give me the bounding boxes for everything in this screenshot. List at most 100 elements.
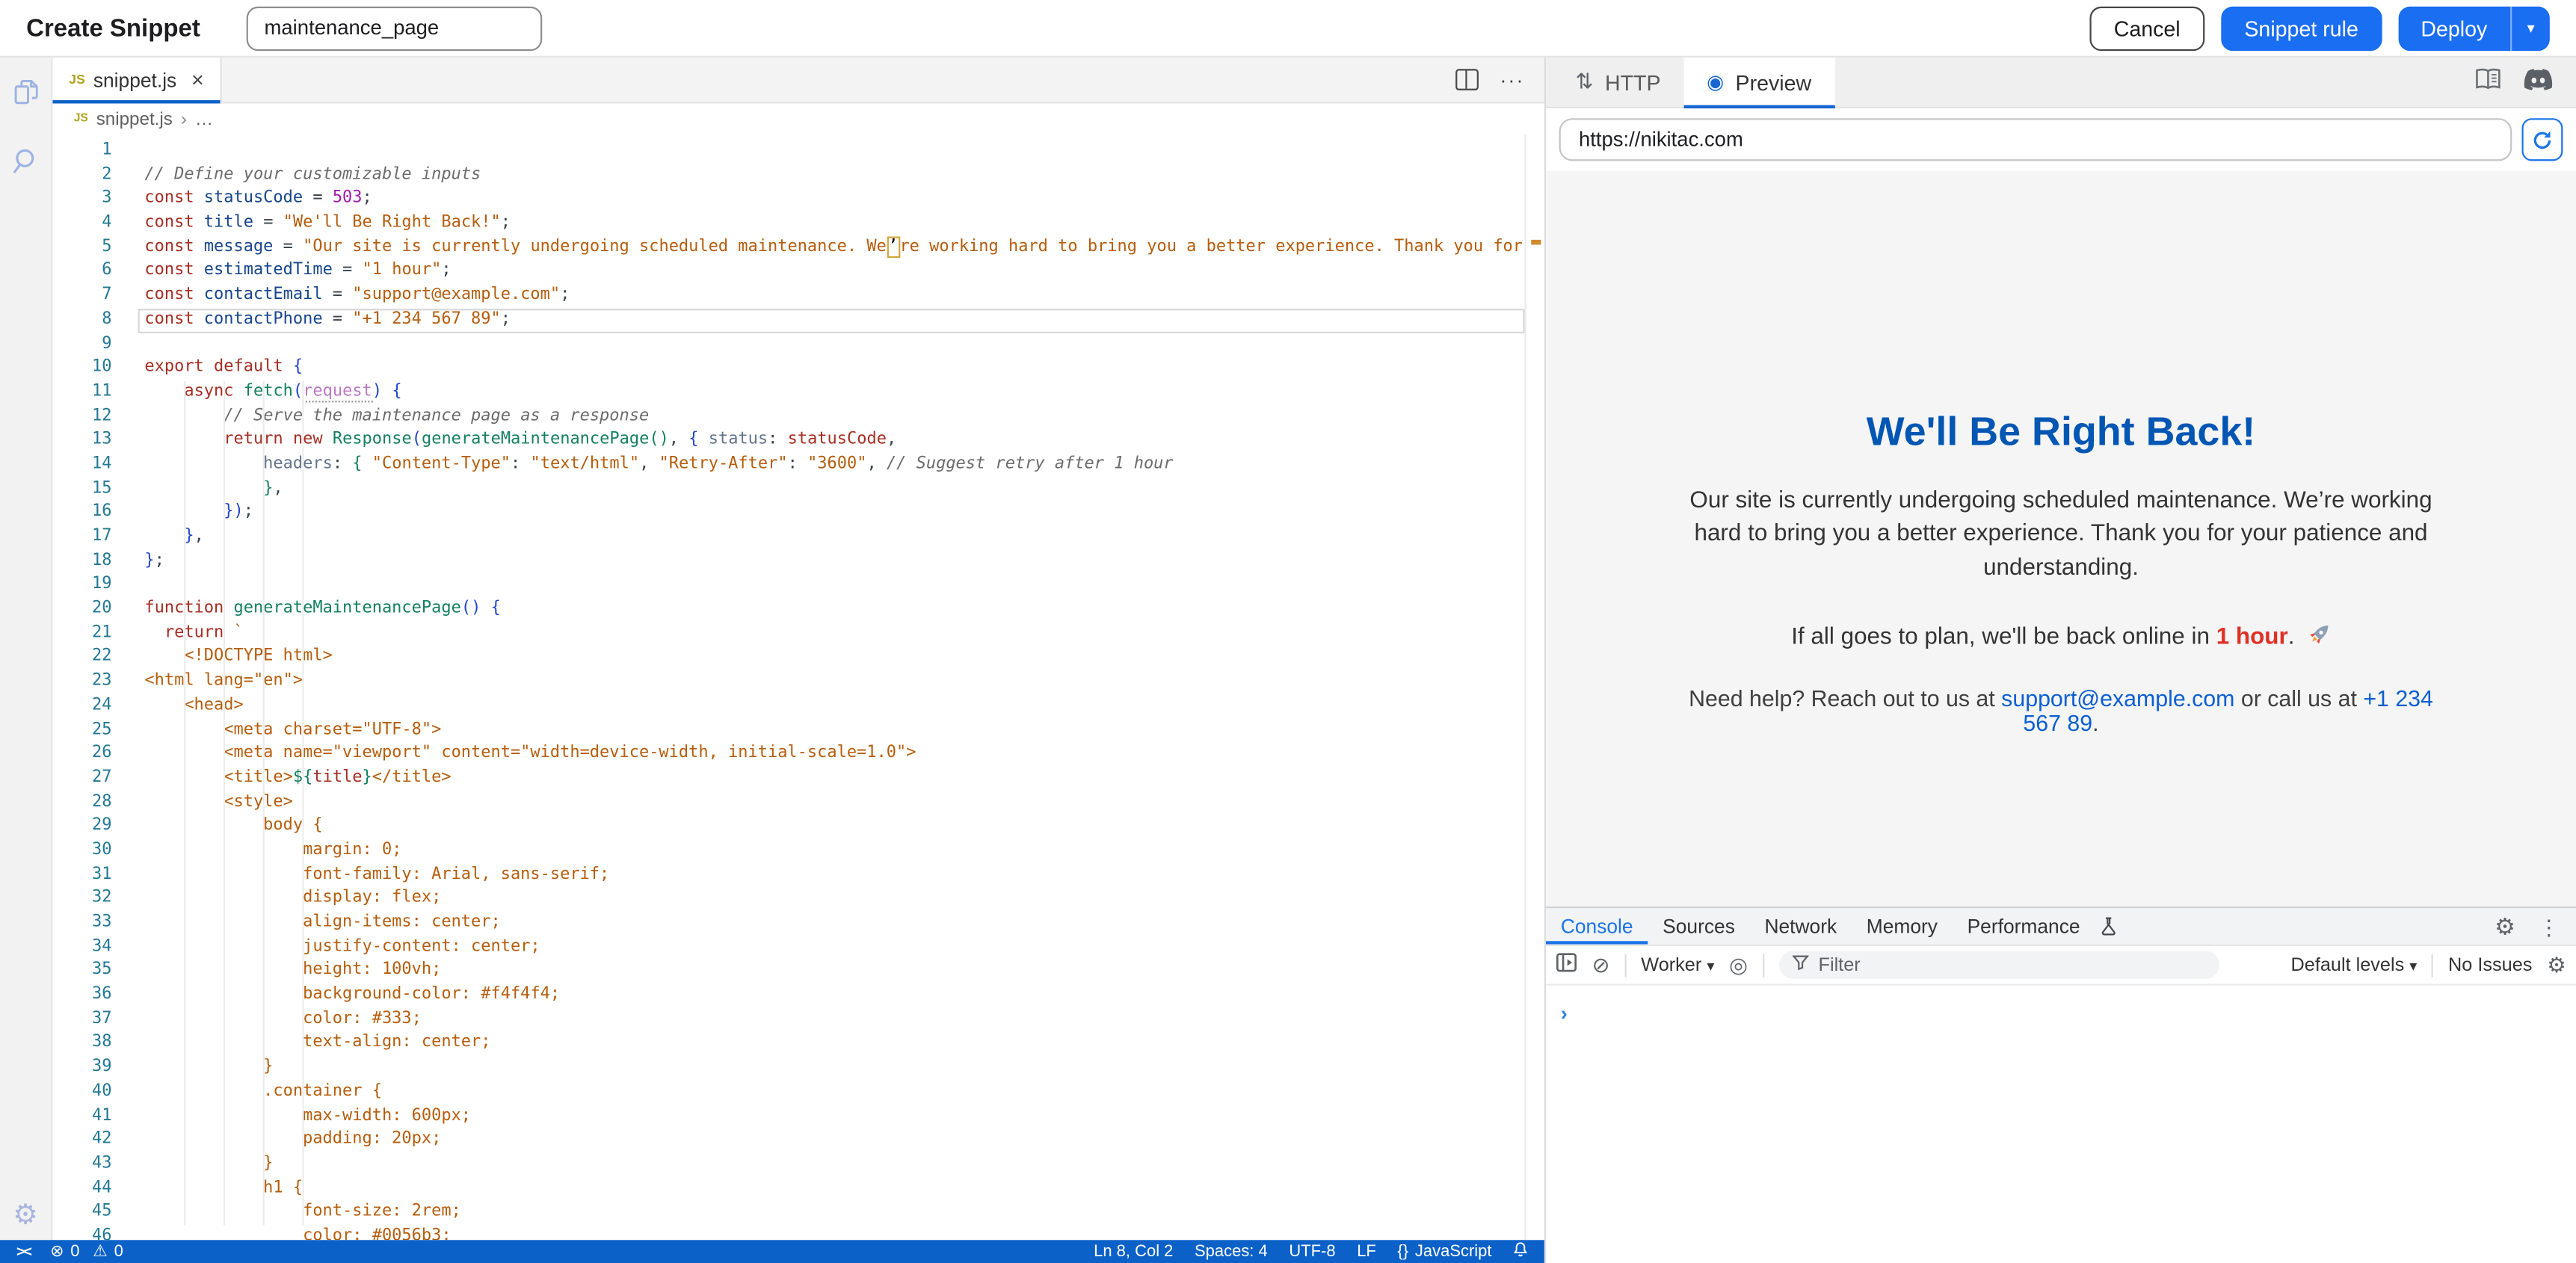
notifications-bell-icon[interactable] <box>1513 1240 1528 1263</box>
log-levels-dropdown[interactable]: Default levels ▾ <box>2291 955 2418 975</box>
code-line-35[interactable]: 35 height: 100vh; <box>52 960 1544 983</box>
code-line-38[interactable]: 38 text-align: center; <box>52 1032 1544 1056</box>
tab-snippet-js[interactable]: JS snippet.js × <box>52 58 222 102</box>
devtools-settings-gear-icon[interactable]: ⚙ <box>2495 915 2515 938</box>
more-actions-icon[interactable]: ··· <box>1500 68 1525 91</box>
statusbar-item[interactable]: Spaces: 4 <box>1195 1243 1268 1261</box>
code-line-15[interactable]: 15 }, <box>52 478 1544 501</box>
code-line-26[interactable]: 26 <meta name="viewport" content="width=… <box>52 743 1544 767</box>
files-icon[interactable] <box>9 75 42 117</box>
tab-http[interactable]: ⇅ HTTP <box>1553 58 1684 107</box>
console-settings-gear-icon[interactable]: ⚙ <box>2547 954 2566 976</box>
code-line-30[interactable]: 30 margin: 0; <box>52 839 1544 863</box>
code-line-42[interactable]: 42 padding: 20px; <box>52 1128 1544 1152</box>
code-line-5[interactable]: 5const message = "Our site is currently … <box>52 236 1544 260</box>
code-line-8[interactable]: 8const contactPhone = "+1 234 567 89"; <box>52 309 1544 333</box>
devtools-tab-performance[interactable]: Performance <box>1953 908 2095 944</box>
remote-indicator-icon[interactable]: >< <box>16 1244 31 1260</box>
console-filter-input[interactable]: Filter <box>1779 951 2219 978</box>
console-output[interactable]: › <box>1546 986 2576 1028</box>
code-line-34[interactable]: 34 justify-content: center; <box>52 936 1544 960</box>
devtools-menu-kebab-icon[interactable]: ⋮ <box>2538 915 2560 937</box>
tab-preview[interactable]: ◉ Preview <box>1683 58 1834 107</box>
context-selector[interactable]: Worker ▾ <box>1641 955 1714 975</box>
code-line-31[interactable]: 31 font-family: Arial, sans-serif; <box>52 863 1544 887</box>
statusbar-item[interactable]: UTF-8 <box>1289 1243 1335 1261</box>
language-indicator[interactable]: {} JavaScript <box>1397 1243 1491 1261</box>
line-number: 38 <box>52 1032 111 1056</box>
breadcrumb[interactable]: JS snippet.js › … <box>52 103 1544 135</box>
code-line-44[interactable]: 44 h1 { <box>52 1177 1544 1201</box>
code-line-43[interactable]: 43 } <box>52 1153 1544 1177</box>
code-line-9[interactable]: 9 <box>52 333 1544 356</box>
code-line-39[interactable]: 39 } <box>52 1056 1544 1080</box>
code-line-13[interactable]: 13 return new Response(generateMaintenan… <box>52 429 1544 453</box>
clear-console-icon[interactable]: ⊘ <box>1592 954 1610 976</box>
deploy-button[interactable]: Deploy <box>2398 6 2510 50</box>
code-line-25[interactable]: 25 <meta charset="UTF-8"> <box>52 718 1544 742</box>
cancel-button[interactable]: Cancel <box>2089 6 2205 50</box>
statusbar-item[interactable]: LF <box>1357 1243 1376 1261</box>
console-prompt[interactable]: › <box>1561 1002 1568 1025</box>
snippet-rule-button[interactable]: Snippet rule <box>2222 6 2382 50</box>
statusbar-item[interactable]: Ln 8, Col 2 <box>1094 1243 1173 1261</box>
deploy-split-button[interactable]: Deploy ▾ <box>2398 6 2550 50</box>
problems-summary[interactable]: ⊗ 0 ⚠ 0 <box>50 1243 123 1261</box>
code-line-2[interactable]: 2// Define your customizable inputs <box>52 164 1544 188</box>
code-line-33[interactable]: 33 align-items: center; <box>52 912 1544 936</box>
devtools-tab-memory[interactable]: Memory <box>1852 908 1953 944</box>
snippet-name-input[interactable] <box>246 6 542 50</box>
code-line-45[interactable]: 45 font-size: 2rem; <box>52 1201 1544 1225</box>
overview-ruler[interactable] <box>1524 135 1544 1240</box>
support-email-link[interactable]: support@example.com <box>2001 687 2234 711</box>
code-line-40[interactable]: 40 .container { <box>52 1081 1544 1105</box>
performance-flask-icon[interactable] <box>2095 908 2122 944</box>
code-area[interactable]: 12// Define your customizable inputs3con… <box>52 135 1544 1240</box>
console-sidebar-toggle-icon[interactable] <box>1556 950 1577 980</box>
breadcrumb-symbol[interactable]: … <box>195 109 213 129</box>
code-line-29[interactable]: 29 body { <box>52 815 1544 839</box>
code-line-32[interactable]: 32 display: flex; <box>52 887 1544 911</box>
code-line-19[interactable]: 19 <box>52 574 1544 598</box>
code-line-46[interactable]: 46 color: #0056b3; <box>52 1225 1544 1240</box>
docs-book-icon[interactable] <box>2474 67 2502 98</box>
code-line-21[interactable]: 21 return ` <box>52 622 1544 646</box>
line-text: font-family: Arial, sans-serif; <box>138 863 1525 887</box>
code-line-36[interactable]: 36 background-color: #f4f4f4; <box>52 984 1544 1008</box>
code-line-10[interactable]: 10export default { <box>52 356 1544 380</box>
refresh-button[interactable] <box>2521 118 2563 161</box>
url-input[interactable] <box>1559 118 2512 161</box>
code-line-37[interactable]: 37 color: #333; <box>52 1008 1544 1032</box>
devtools-tab-network[interactable]: Network <box>1750 908 1852 944</box>
code-line-23[interactable]: 23<html lang="en"> <box>52 670 1544 694</box>
code-line-28[interactable]: 28 <style> <box>52 791 1544 815</box>
discord-icon[interactable] <box>2524 67 2554 98</box>
split-editor-icon[interactable] <box>1455 69 1479 90</box>
search-icon[interactable] <box>9 144 42 185</box>
line-number: 9 <box>52 333 111 356</box>
code-line-41[interactable]: 41 max-width: 600px; <box>52 1105 1544 1128</box>
create-live-expression-icon[interactable]: ◎ <box>1729 954 1748 976</box>
code-line-17[interactable]: 17 }, <box>52 525 1544 549</box>
code-line-20[interactable]: 20function generateMaintenancePage() { <box>52 598 1544 622</box>
code-line-11[interactable]: 11 async fetch(request) { <box>52 381 1544 405</box>
close-icon[interactable]: × <box>191 67 204 92</box>
code-line-18[interactable]: 18}; <box>52 550 1544 574</box>
code-line-12[interactable]: 12 // Serve the maintenance page as a re… <box>52 405 1544 429</box>
code-line-24[interactable]: 24 <head> <box>52 694 1544 718</box>
code-line-1[interactable]: 1 <box>52 140 1544 164</box>
code-line-6[interactable]: 6const estimatedTime = "1 hour"; <box>52 260 1544 284</box>
code-line-4[interactable]: 4const title = "We'll Be Right Back!"; <box>52 212 1544 236</box>
code-line-3[interactable]: 3const statusCode = 503; <box>52 188 1544 211</box>
settings-gear-icon[interactable]: ⚙ <box>13 1201 38 1229</box>
code-line-27[interactable]: 27 <title>${title}</title> <box>52 767 1544 791</box>
code-line-14[interactable]: 14 headers: { "Content-Type": "text/html… <box>52 453 1544 477</box>
deploy-dropdown-button[interactable]: ▾ <box>2510 6 2550 50</box>
devtools-tab-console[interactable]: Console <box>1546 908 1648 944</box>
code-line-16[interactable]: 16 }); <box>52 501 1544 525</box>
devtools-tab-sources[interactable]: Sources <box>1648 908 1749 944</box>
breadcrumb-file[interactable]: snippet.js <box>96 109 173 129</box>
code-line-22[interactable]: 22 <!DOCTYPE html> <box>52 646 1544 670</box>
issues-counter[interactable]: No Issues <box>2448 955 2532 975</box>
code-line-7[interactable]: 7const contactEmail = "support@example.c… <box>52 284 1544 308</box>
